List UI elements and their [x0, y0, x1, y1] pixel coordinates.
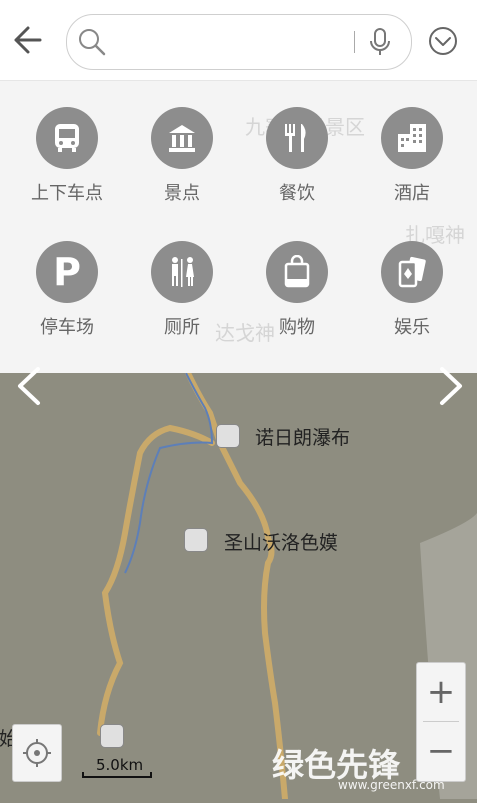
- restroom-icon: [151, 241, 213, 303]
- plus-icon: +: [426, 672, 456, 712]
- category-label: 酒店: [394, 183, 430, 204]
- minus-icon: −: [426, 731, 456, 771]
- search-input[interactable]: [113, 27, 347, 57]
- poi-label[interactable]: 诺日朗瀑布: [255, 423, 350, 450]
- parking-icon: P: [36, 241, 98, 303]
- next-page-arrow-icon[interactable]: [436, 365, 466, 407]
- category-dining[interactable]: 餐饮: [237, 107, 357, 205]
- landmark-icon: [151, 107, 213, 169]
- pavilion-icon[interactable]: [100, 724, 124, 748]
- search-icon: [79, 29, 106, 56]
- back-arrow-icon[interactable]: [10, 20, 50, 60]
- shopping-bag-icon: [266, 241, 328, 303]
- category-label: 停车场: [40, 317, 94, 338]
- scale-line: [82, 772, 152, 778]
- hotel-icon: [381, 107, 443, 169]
- mountain-icon[interactable]: [184, 528, 208, 552]
- category-label: 景点: [164, 183, 200, 204]
- waterfall-icon[interactable]: [216, 424, 240, 448]
- scale-bar: 5.0km: [82, 756, 152, 778]
- category-shopping[interactable]: 购物: [237, 241, 357, 339]
- category-entertainment[interactable]: 娱乐: [352, 241, 472, 339]
- zoom-in-button[interactable]: +: [417, 663, 465, 721]
- crosshair-icon: [23, 739, 51, 767]
- prev-page-arrow-icon[interactable]: [14, 365, 44, 407]
- category-bus-stop[interactable]: 上下车点: [7, 107, 127, 205]
- category-label: 购物: [279, 317, 315, 338]
- category-label: 上下车点: [31, 183, 103, 204]
- zoom-out-button[interactable]: −: [417, 722, 465, 780]
- poi-label[interactable]: 圣山沃洛色嫫: [224, 528, 338, 555]
- category-panel: 九寨沟风景区 扎嘎神 达戈神 上下车点 景点 餐饮 酒店 P 停车场 厕: [0, 81, 477, 373]
- dropdown-toggle-icon[interactable]: [428, 26, 458, 56]
- category-label: 餐饮: [279, 183, 315, 204]
- zoom-controls: + −: [416, 662, 466, 782]
- category-label: 娱乐: [394, 317, 430, 338]
- category-restroom[interactable]: 厕所: [122, 241, 242, 339]
- category-attractions[interactable]: 景点: [122, 107, 242, 205]
- bus-icon: [36, 107, 98, 169]
- microphone-icon[interactable]: [369, 27, 391, 57]
- locate-button[interactable]: [12, 724, 62, 782]
- search-box[interactable]: [66, 14, 412, 70]
- fork-knife-icon: [266, 107, 328, 169]
- top-bar: [0, 0, 477, 81]
- playing-cards-icon: [381, 241, 443, 303]
- category-label: 厕所: [164, 317, 200, 338]
- category-hotel[interactable]: 酒店: [352, 107, 472, 205]
- watermark-url: www.greenxf.com: [338, 778, 445, 792]
- search-divider: [354, 31, 355, 53]
- category-parking[interactable]: P 停车场: [7, 241, 127, 339]
